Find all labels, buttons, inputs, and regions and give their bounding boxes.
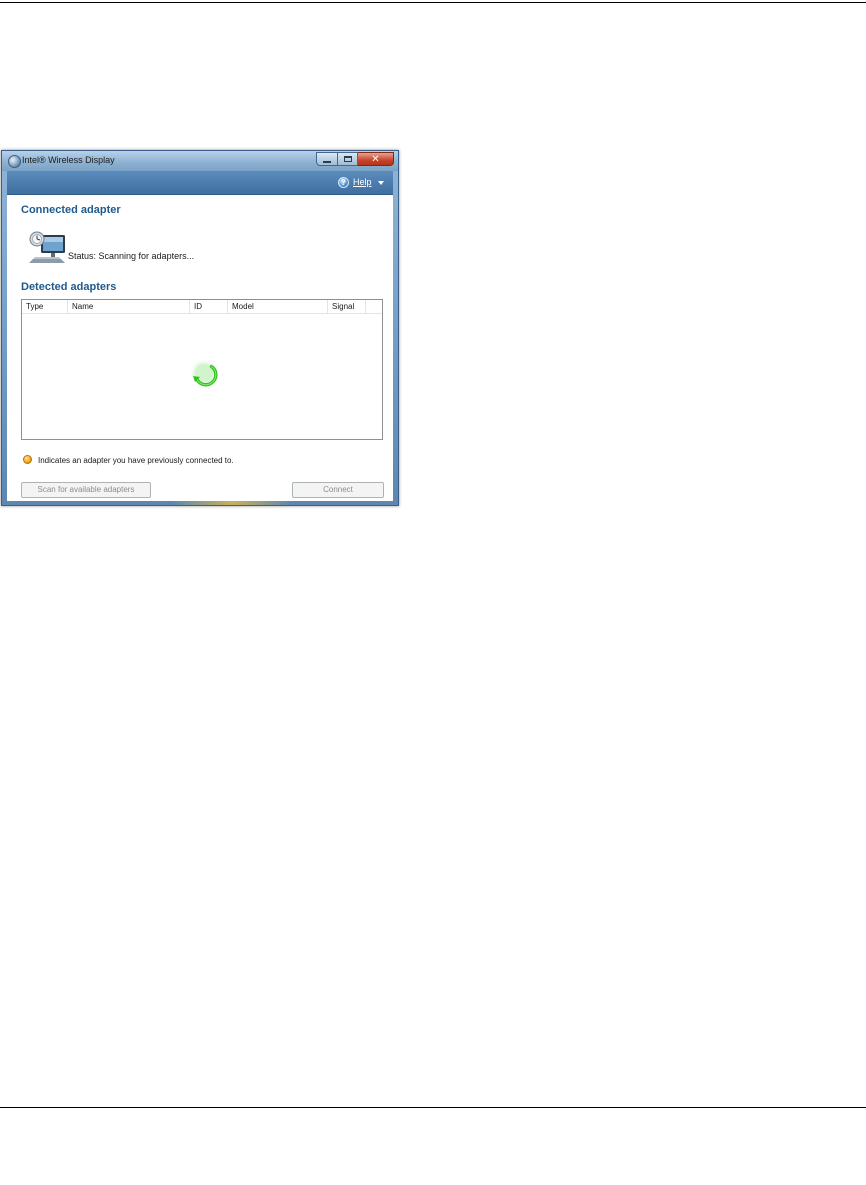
page-bottom-rule — [0, 1107, 866, 1108]
column-header-name[interactable]: Name — [68, 300, 190, 313]
taskbar-glow — [172, 501, 292, 505]
window-controls: ✕ — [316, 152, 394, 167]
minimize-button[interactable] — [316, 152, 338, 166]
main-content: Connected adapter Status: Scanning for a… — [7, 195, 393, 501]
close-icon: ✕ — [371, 153, 380, 165]
intel-wireless-display-window: Intel® Wireless Display ✕ ? Help Connect… — [1, 150, 399, 506]
list-header: Type Name ID Model Signal — [22, 300, 382, 314]
app-icon — [8, 155, 21, 168]
column-header-id[interactable]: ID — [190, 300, 228, 313]
connected-adapter-heading: Connected adapter — [21, 204, 121, 216]
window-title: Intel® Wireless Display — [22, 155, 115, 165]
column-header-type[interactable]: Type — [22, 300, 68, 313]
help-menu-label[interactable]: Help — [353, 177, 372, 187]
detected-adapters-list[interactable]: Type Name ID Model Signal — [21, 299, 383, 440]
close-button[interactable]: ✕ — [358, 152, 394, 166]
column-header-model[interactable]: Model — [228, 300, 328, 313]
chevron-down-icon[interactable] — [378, 181, 384, 185]
page-top-rule — [0, 2, 866, 3]
column-header-signal[interactable]: Signal — [328, 300, 366, 313]
detected-adapters-heading: Detected adapters — [21, 281, 117, 293]
legend-text: Indicates an adapter you have previously… — [38, 456, 234, 465]
connection-status-text: Status: Scanning for adapters... — [68, 251, 195, 261]
help-icon[interactable]: ? — [338, 177, 349, 188]
minimize-icon — [323, 160, 331, 163]
maximize-icon — [343, 156, 352, 162]
previously-connected-indicator-icon — [23, 455, 32, 464]
title-bar[interactable]: Intel® Wireless Display ✕ — [2, 151, 398, 171]
connect-button[interactable]: Connect — [292, 482, 384, 498]
loading-spinner-icon — [190, 359, 218, 387]
maximize-button[interactable] — [338, 152, 358, 166]
toolbar: ? Help — [7, 171, 393, 195]
computer-icon — [29, 231, 65, 263]
scan-adapters-button[interactable]: Scan for available adapters — [21, 482, 151, 498]
